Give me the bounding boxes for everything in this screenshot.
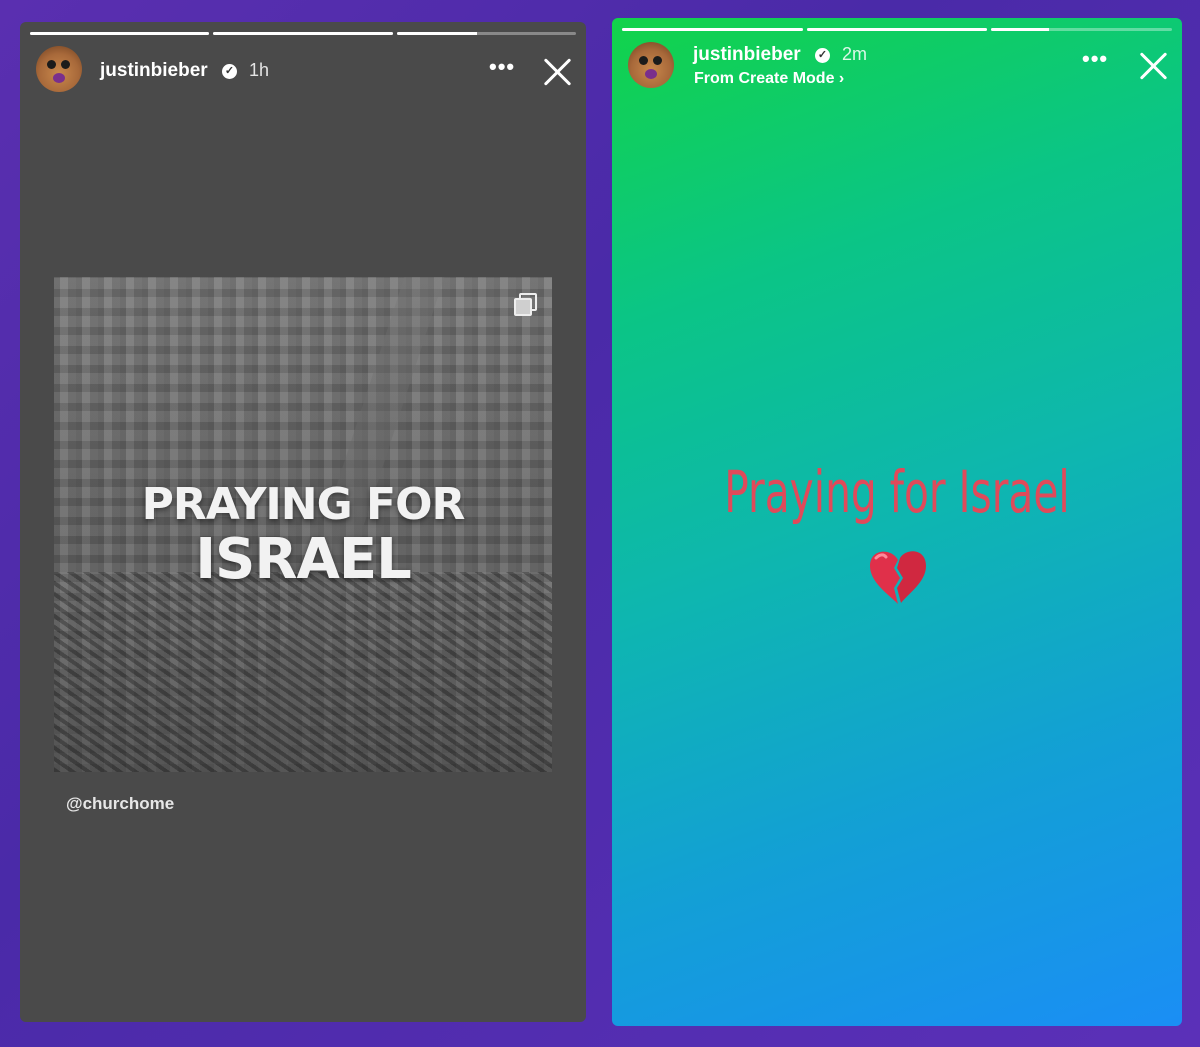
image-rubble — [54, 572, 552, 772]
story-right[interactable]: justinbieber ✓ 2m From Create Mode › •••… — [612, 18, 1182, 1026]
create-mode-link[interactable]: From Create Mode › — [694, 70, 844, 88]
shared-post-image[interactable]: PRAYING FOR ISRAEL — [54, 277, 552, 772]
progress-segment — [213, 32, 393, 35]
avatar[interactable] — [628, 42, 674, 88]
avatar-eye — [653, 56, 662, 65]
story-text: Praying for Israel — [724, 458, 1070, 526]
story-header: justinbieber ✓ 2m From Create Mode › ••• — [628, 42, 1168, 94]
post-title-line1: PRAYING FOR — [141, 479, 466, 530]
post-time: 2m — [842, 44, 868, 64]
avatar-eye — [47, 60, 56, 69]
avatar[interactable] — [36, 46, 82, 92]
mention-link[interactable]: @churchome — [66, 794, 174, 814]
broken-heart-icon — [870, 551, 926, 604]
avatar-eye — [61, 60, 70, 69]
progress-fill — [213, 32, 393, 35]
progress-fill — [396, 32, 478, 35]
close-icon[interactable] — [541, 56, 573, 88]
progress-segment — [622, 28, 803, 31]
progress-segment — [30, 32, 210, 35]
story-progress — [30, 32, 576, 35]
carousel-icon — [514, 293, 537, 316]
more-options-button[interactable]: ••• — [489, 54, 515, 80]
avatar-mouth — [645, 69, 657, 79]
progress-segment — [806, 28, 988, 31]
verified-badge-icon: ✓ — [815, 48, 830, 63]
avatar-mouth — [53, 73, 65, 83]
progress-segment — [991, 28, 1173, 31]
post-time: 1h — [249, 60, 270, 80]
story-header: justinbieber ✓ 1h ••• — [36, 46, 572, 98]
story-left[interactable]: justinbieber ✓ 1h ••• PRAYING FOR ISRAEL… — [20, 22, 586, 1022]
verified-badge-icon: ✓ — [222, 64, 237, 79]
username[interactable]: justinbieber — [100, 60, 208, 82]
post-title-line2: ISRAEL — [195, 527, 412, 592]
progress-segment — [396, 32, 576, 35]
story-progress — [622, 28, 1173, 31]
progress-fill — [622, 28, 803, 31]
more-options-button[interactable]: ••• — [1082, 46, 1108, 72]
avatar-eye — [639, 56, 648, 65]
progress-fill — [991, 28, 1050, 31]
username[interactable]: justinbieber — [693, 44, 801, 66]
close-icon[interactable] — [1137, 50, 1169, 82]
progress-fill — [806, 28, 988, 31]
progress-fill — [30, 32, 210, 35]
